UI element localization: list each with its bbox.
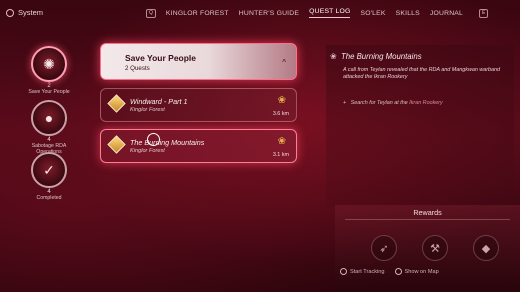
quest-diamond-icon <box>107 135 126 154</box>
system-menu[interactable]: System <box>6 8 43 17</box>
quest-title: Windward - Part 1 <box>130 97 188 106</box>
quest-region: Kinglor Forest <box>130 107 165 113</box>
next-tab-key-hint: E <box>479 8 489 18</box>
rewards-panel: Rewards ➶ ⚒ ◆ <box>335 205 520 292</box>
quest-diamond-icon <box>107 94 126 113</box>
start-tracking-button[interactable]: Start Tracking <box>340 268 385 275</box>
cursor-ring-icon <box>147 133 160 146</box>
button-prompt-icon <box>340 268 347 275</box>
quest-title: The Burning Mountains <box>130 138 205 147</box>
checkmark-icon: ✓ <box>43 161 55 178</box>
category-sabotage-rda-operations[interactable]: ● 4 Sabotage RDA Operations <box>26 100 72 155</box>
quest-distance: 3.1 km <box>272 152 289 158</box>
crafting-icon[interactable]: ⚒ <box>422 235 448 261</box>
divider <box>345 219 510 220</box>
action-bar: Start Tracking Show on Map <box>340 268 439 275</box>
objective-text: Search for Teylan at the <box>350 100 408 106</box>
category-save-your-people[interactable]: ✺ 2 Save Your People <box>26 46 72 95</box>
quest-type-icon: ❀ <box>330 52 337 61</box>
category-ring: ✺ <box>31 46 67 82</box>
tab-hunters-guide[interactable]: HUNTER'S GUIDE <box>239 10 299 17</box>
material-icon[interactable]: ◆ <box>473 235 499 261</box>
button-prompt-icon <box>394 268 402 275</box>
quest-distance: 3.6 km <box>272 111 289 117</box>
category-label: Save Your People <box>28 89 70 95</box>
quest-item-burning-mountains[interactable]: The Burning Mountains Kinglor Forest ❀ 3… <box>100 129 297 163</box>
objective-location: Ikran Rookery <box>409 100 443 106</box>
show-on-map-button[interactable]: Show on Map <box>394 268 439 275</box>
quest-item-windward[interactable]: Windward - Part 1 Kinglor Forest ❀ 3.6 k… <box>100 88 297 122</box>
tab-solek[interactable]: SO'LEK <box>360 10 385 17</box>
tab-kinglor-forest[interactable]: KINGLOR FOREST <box>166 10 229 17</box>
quest-group-title: Save Your People <box>125 53 197 63</box>
start-tracking-label: Start Tracking <box>350 268 385 275</box>
chevron-up-icon[interactable]: ^ <box>282 58 286 67</box>
category-ring: ● <box>31 100 67 136</box>
gear-icon <box>6 8 14 17</box>
bow-icon[interactable]: ➶ <box>371 235 397 261</box>
quest-region: Kinglor Forest <box>130 148 165 154</box>
quest-group-count: 2 Quests <box>125 65 150 72</box>
category-label: Completed <box>36 195 62 201</box>
quest-group-header[interactable]: Save Your People 2 Quests ^ <box>100 43 297 80</box>
show-on-map-label: Show on Map <box>404 268 439 275</box>
orb-icon: ● <box>44 110 54 126</box>
tab-quest-log[interactable]: QUEST LOG <box>309 8 351 18</box>
main-nav: Q KINGLOR FOREST HUNTER'S GUIDE QUEST LO… <box>146 8 489 18</box>
objective-bullet-icon: + <box>343 100 347 106</box>
system-label: System <box>18 8 44 17</box>
tab-journal[interactable]: JOURNAL <box>430 10 463 17</box>
category-ring: ✓ <box>31 152 67 188</box>
quest-detail-panel: ❀ The Burning Mountains A call from Teyl… <box>326 45 514 207</box>
top-bar: System Q KINGLOR FOREST HUNTER'S GUIDE Q… <box>0 0 520 26</box>
rewards-heading: Rewards <box>413 208 442 217</box>
quest-objective: + Search for Teylan at the Ikran Rookery <box>343 100 443 106</box>
category-completed[interactable]: ✓ 4 Completed <box>26 152 72 201</box>
prev-tab-key-hint: Q <box>146 8 156 18</box>
detail-title: The Burning Mountains <box>341 52 422 61</box>
ikran-icon: ❀ <box>277 95 286 106</box>
swirl-icon: ✺ <box>43 55 55 72</box>
detail-description: A call from Teylan revealed that the RDA… <box>343 67 501 80</box>
ikran-icon: ❀ <box>277 136 286 147</box>
tab-skills[interactable]: SKILLS <box>396 10 420 17</box>
